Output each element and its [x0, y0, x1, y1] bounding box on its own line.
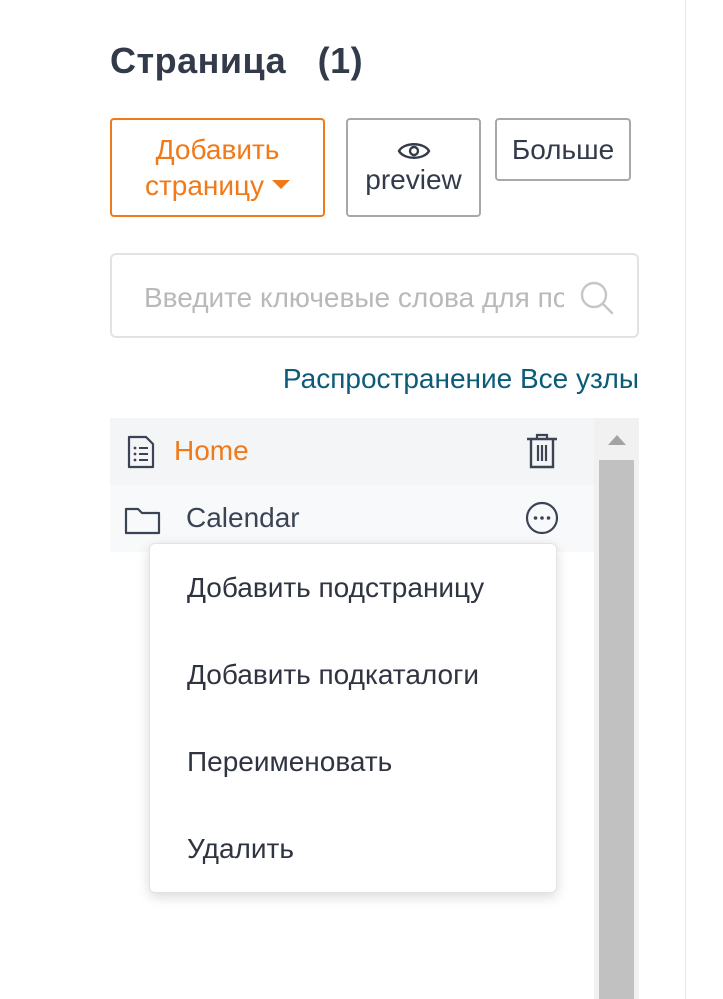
more-label: Больше — [511, 133, 615, 165]
eye-icon — [397, 142, 430, 159]
page-title-text: Страница — [110, 40, 287, 81]
more-button[interactable]: Больше — [495, 118, 631, 181]
tree-item-label: Home — [174, 435, 249, 466]
tree-item-calendar[interactable]: Calendar — [110, 485, 594, 552]
caret-down-icon — [272, 179, 291, 189]
page-tree: Home Calendar — [110, 418, 594, 552]
page-icon — [127, 435, 155, 469]
add-page-label-line1: Добавить — [155, 133, 280, 165]
page-title: Страница (1) — [110, 40, 363, 82]
search-icon[interactable] — [578, 279, 616, 317]
tree-scrollbar[interactable] — [594, 418, 639, 999]
page-count: (1) — [317, 40, 364, 81]
tree-item-label: Calendar — [186, 502, 300, 533]
scroll-up-arrow-icon[interactable] — [608, 435, 626, 445]
tree-item-home[interactable]: Home — [110, 418, 594, 485]
panel-divider — [685, 0, 686, 999]
menu-item-add-subfolder[interactable]: Добавить подкаталоги — [150, 631, 556, 718]
add-page-button[interactable]: Добавить страницу — [110, 118, 325, 217]
spread-all-nodes-link[interactable]: Распространение Все узлы — [283, 363, 639, 395]
context-menu: Добавить подстраницу Добавить подкаталог… — [149, 543, 557, 893]
menu-item-delete[interactable]: Удалить — [150, 805, 556, 892]
more-icon[interactable] — [524, 499, 560, 537]
menu-item-add-subpage[interactable]: Добавить подстраницу — [150, 544, 556, 631]
search-input[interactable] — [142, 275, 566, 321]
page-panel: Страница (1) Добавить страницу preview Б… — [0, 0, 723, 999]
preview-button[interactable]: preview — [346, 118, 481, 217]
search-box — [110, 253, 639, 338]
trash-icon[interactable] — [524, 432, 560, 470]
preview-label: preview — [365, 163, 462, 195]
folder-icon — [124, 507, 161, 535]
add-page-label-line2: страницу — [144, 169, 265, 201]
scrollbar-thumb[interactable] — [599, 460, 634, 999]
menu-item-rename[interactable]: Переименовать — [150, 718, 556, 805]
